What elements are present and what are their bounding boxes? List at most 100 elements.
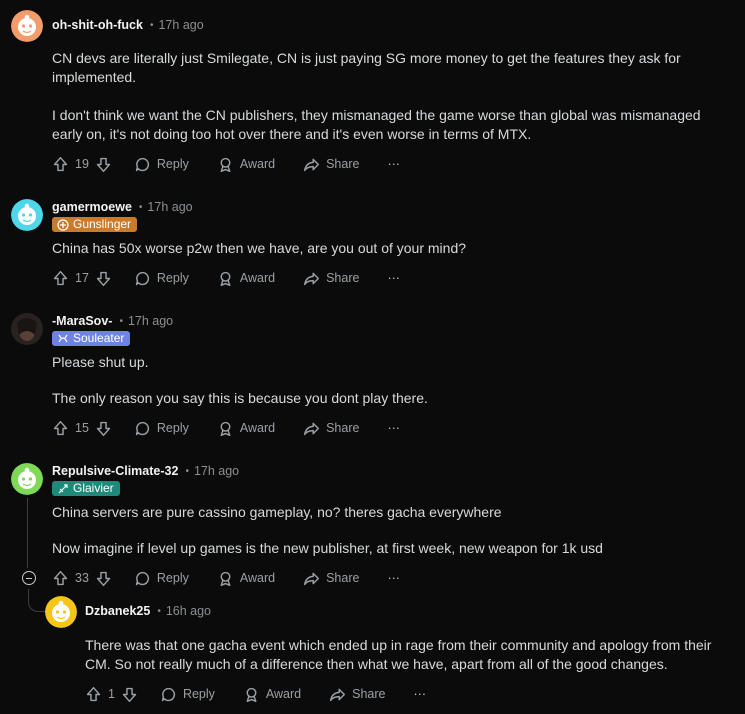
reply-icon (135, 571, 149, 585)
award-button[interactable]: Award (217, 270, 275, 287)
reply-button[interactable]: Reply (134, 420, 189, 437)
upvote-button[interactable] (85, 686, 102, 703)
downvote-button[interactable] (95, 420, 112, 437)
downvote-button[interactable] (95, 270, 112, 287)
separator-dot: • (157, 605, 161, 617)
reply-icon (135, 421, 149, 435)
souleater-class-icon (58, 334, 68, 342)
share-label: Share (352, 687, 386, 701)
comment-actions: 19 Reply Award Share ··· (52, 153, 400, 175)
username[interactable]: Dzbanek25 (85, 604, 150, 618)
timestamp[interactable]: 17h ago (158, 18, 203, 32)
thread-line[interactable] (27, 498, 28, 568)
award-button[interactable]: Award (217, 156, 275, 173)
username[interactable]: oh-shit-oh-fuck (52, 18, 143, 32)
comment-body: There was that one gacha event which end… (85, 636, 730, 674)
comment-body: CN devs are literally just Smilegate, CN… (52, 49, 732, 144)
comment-paragraph: China servers are pure cassino gameplay,… (52, 504, 502, 520)
upvote-icon (53, 420, 68, 435)
username[interactable]: -MaraSov- (52, 314, 112, 328)
reply-button[interactable]: Reply (134, 270, 189, 287)
reply-button[interactable]: Reply (160, 686, 215, 703)
avatar[interactable] (11, 313, 43, 345)
comment-paragraph: There was that one gacha event which end… (85, 637, 712, 672)
downvote-button[interactable] (121, 686, 138, 703)
comment-meta: gamermoewe • 17h ago (52, 200, 193, 214)
share-icon (304, 422, 320, 435)
comment-paragraph: Now imagine if level up games is the new… (52, 540, 603, 556)
gunslinger-class-icon (57, 218, 69, 231)
comment-meta: oh-shit-oh-fuck • 17h ago (52, 18, 204, 32)
downvote-icon (96, 271, 111, 286)
share-label: Share (326, 271, 360, 285)
comment-body: China servers are pure cassino gameplay,… (52, 503, 732, 558)
award-button[interactable]: Award (217, 420, 275, 437)
comment-meta: Repulsive-Climate-32 • 17h ago (52, 464, 239, 478)
reply-icon (135, 271, 149, 285)
share-icon (330, 688, 346, 701)
share-icon (304, 572, 320, 585)
separator-dot: • (149, 19, 154, 31)
avatar[interactable] (11, 463, 43, 495)
timestamp[interactable]: 17h ago (147, 200, 192, 214)
award-icon (220, 421, 231, 436)
more-options-button[interactable]: ··· (387, 157, 400, 171)
separator-dot: • (119, 315, 123, 327)
more-options-button[interactable]: ··· (387, 421, 400, 435)
award-button[interactable]: Award (217, 570, 275, 587)
more-options-button[interactable]: ··· (387, 571, 400, 585)
reply-label: Reply (156, 421, 189, 435)
downvote-icon (96, 157, 111, 172)
avatar[interactable] (11, 199, 43, 231)
comment-actions: 15 Reply Award Share ··· (52, 417, 400, 439)
upvote-button[interactable] (52, 270, 69, 287)
comment-paragraph: I don't think we want the CN publishers,… (52, 107, 701, 142)
upvote-icon (53, 156, 68, 171)
upvote-button[interactable] (52, 570, 69, 587)
reply-label: Reply (156, 571, 189, 585)
reply-button[interactable]: Reply (134, 570, 189, 587)
share-label: Share (326, 157, 360, 171)
comment-body: Please shut up. The only reason you say … (52, 353, 732, 408)
upvote-button[interactable] (52, 420, 69, 437)
more-options-button[interactable]: ··· (387, 271, 400, 285)
downvote-icon (122, 687, 137, 702)
share-button[interactable]: Share (303, 420, 359, 437)
share-button[interactable]: Share (303, 570, 359, 587)
upvote-button[interactable] (52, 156, 69, 173)
user-flair: Glaivier (52, 481, 120, 496)
reply-label: Reply (156, 271, 189, 285)
share-button[interactable]: Share (329, 686, 386, 703)
timestamp[interactable]: 16h ago (166, 604, 211, 618)
flair-label: Souleater (73, 331, 125, 345)
award-icon (220, 571, 231, 586)
vote-count: 33 (75, 571, 89, 585)
collapse-thread-button[interactable] (22, 571, 36, 585)
vote-count: 1 (108, 687, 115, 701)
timestamp[interactable]: 17h ago (194, 464, 239, 478)
timestamp[interactable]: 17h ago (128, 314, 173, 328)
comment-meta: Dzbanek25 • 16h ago (85, 604, 211, 618)
downvote-button[interactable] (95, 156, 112, 173)
avatar[interactable] (11, 10, 43, 42)
minus-icon (26, 577, 32, 579)
flair-label: Gunslinger (73, 217, 132, 231)
comment-paragraph: Please shut up. (52, 354, 149, 370)
thread-connector (28, 589, 45, 612)
flair-label: Glaivier (73, 481, 114, 495)
upvote-icon (53, 570, 68, 585)
username[interactable]: Repulsive-Climate-32 (52, 464, 178, 478)
reply-button[interactable]: Reply (134, 156, 189, 173)
award-label: Award (239, 571, 276, 585)
share-button[interactable]: Share (303, 156, 359, 173)
share-label: Share (326, 421, 360, 435)
share-button[interactable]: Share (303, 270, 359, 287)
comment-paragraph: The only reason you say this is because … (52, 390, 428, 406)
downvote-button[interactable] (95, 570, 112, 587)
avatar[interactable] (45, 596, 77, 628)
downvote-icon (96, 421, 111, 436)
award-button[interactable]: Award (243, 686, 301, 703)
username[interactable]: gamermoewe (52, 200, 132, 214)
more-options-button[interactable]: ··· (414, 687, 427, 701)
reply-label: Reply (156, 157, 189, 171)
